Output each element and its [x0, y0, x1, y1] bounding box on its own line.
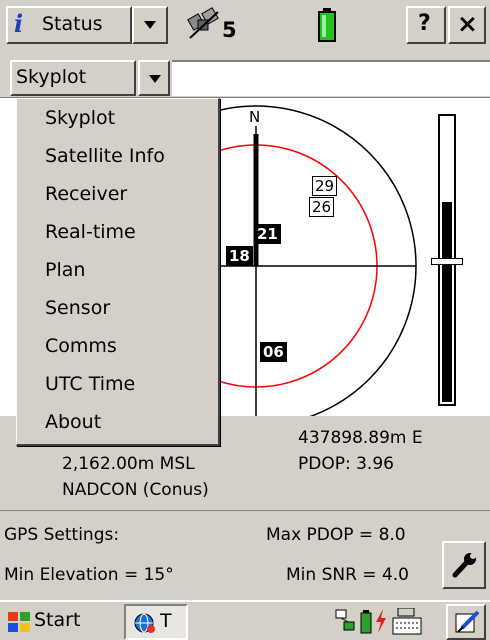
status-menu-button[interactable]: i Status [6, 6, 132, 44]
satellite-status[interactable]: 5 [186, 4, 266, 46]
view-dropdown-menu: Skyplot Satellite Info Receiver Real-tim… [16, 98, 220, 446]
status-dropdown-button[interactable] [132, 6, 168, 44]
easting-value: 437898.89m E [298, 428, 423, 448]
help-label: ? [418, 11, 431, 36]
menu-item-about[interactable]: About [45, 411, 101, 433]
dropdown-arrow-icon [144, 21, 156, 29]
altitude-value: 2,162.00m MSL [62, 454, 195, 474]
help-button[interactable]: ? [406, 6, 446, 44]
min-snr-value: Min SNR = 4.0 [286, 565, 409, 585]
north-label: N [247, 108, 263, 126]
max-pdop-value: Max PDOP = 8.0 [266, 525, 406, 545]
menu-item-receiver[interactable]: Receiver [45, 183, 127, 205]
menu-item-plan[interactable]: Plan [45, 259, 85, 281]
start-button[interactable]: Start [2, 604, 118, 638]
power-icon[interactable] [374, 608, 388, 634]
globe-icon [134, 613, 155, 633]
close-label: × [457, 9, 478, 38]
view-select-value: Skyplot [16, 66, 87, 88]
keyboard-icon[interactable] [392, 608, 422, 636]
view-select-dropdown-button[interactable] [138, 60, 170, 96]
level-bar-marker [431, 258, 463, 265]
view-select-field [172, 60, 490, 96]
edit-button[interactable] [446, 604, 486, 640]
satellite-21[interactable]: 21 [254, 224, 281, 244]
pdop-value: PDOP: 3.96 [298, 454, 394, 474]
satellite-26[interactable]: 26 [309, 197, 335, 217]
edit-icon [455, 610, 480, 633]
satellite-18[interactable]: 18 [226, 246, 253, 266]
start-label: Start [34, 609, 81, 631]
menu-item-skyplot[interactable]: Skyplot [45, 107, 115, 129]
menu-item-comms[interactable]: Comms [45, 335, 117, 357]
view-select[interactable]: Skyplot [10, 60, 136, 96]
satellite-29[interactable]: 29 [312, 176, 338, 196]
battery-icon[interactable] [360, 610, 372, 634]
close-button[interactable]: × [448, 6, 486, 44]
menu-item-satellite-info[interactable]: Satellite Info [45, 145, 165, 167]
task-label: T [160, 610, 172, 632]
windows-flag-icon [8, 612, 30, 632]
satellite-icon [187, 7, 219, 39]
system-tray [330, 604, 488, 640]
view-selector-row: Skyplot [0, 52, 490, 98]
level-bar-fill [442, 202, 452, 402]
satellite-count: 5 [222, 18, 237, 42]
min-elevation-value: Min Elevation = 15° [4, 565, 174, 585]
wrench-icon [452, 553, 476, 578]
gps-settings-panel: GPS Settings: Max PDOP = 8.0 Min Elevati… [0, 510, 490, 600]
connection-icon[interactable] [334, 608, 358, 634]
taskbar: Start T [0, 600, 490, 640]
menu-item-sensor[interactable]: Sensor [45, 297, 110, 319]
menu-item-real-time[interactable]: Real-time [45, 221, 136, 243]
task-button[interactable]: T [124, 604, 188, 640]
gps-settings-button[interactable] [442, 541, 486, 589]
datum-value: NADCON (Conus) [62, 480, 209, 500]
info-icon: i [14, 9, 24, 38]
status-label: Status [42, 13, 103, 35]
menu-item-utc-time[interactable]: UTC Time [45, 373, 135, 395]
gps-settings-title: GPS Settings: [4, 525, 120, 545]
battery-icon[interactable] [318, 8, 336, 42]
satellite-06[interactable]: 06 [260, 342, 287, 362]
top-toolbar: i Status 5 ? × [0, 0, 490, 50]
dropdown-arrow-icon [149, 75, 161, 83]
